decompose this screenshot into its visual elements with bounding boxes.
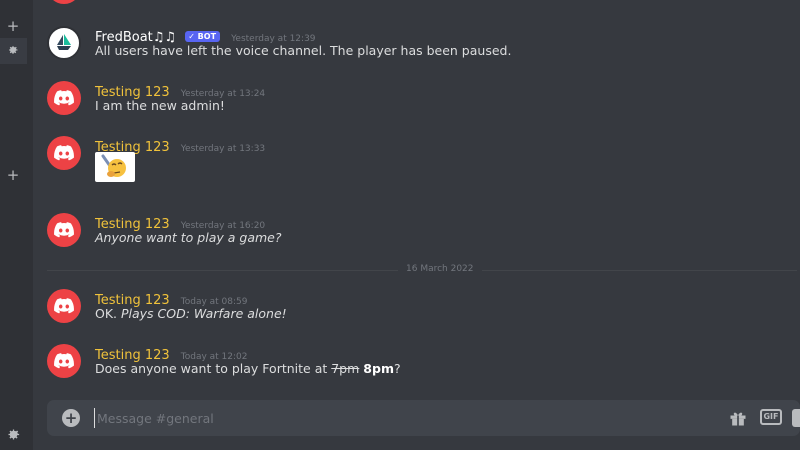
emoji-attachment[interactable] <box>95 152 135 182</box>
discord-logo-icon <box>54 298 74 314</box>
discord-logo-icon <box>54 353 74 369</box>
upload-plus-icon[interactable]: + <box>62 409 80 427</box>
avatar[interactable] <box>47 213 81 247</box>
message-header: Testing 123 Today at 12:02 <box>95 344 247 363</box>
channel-sidebar: + + <box>0 0 33 450</box>
message-composer: + GIF <box>47 400 800 436</box>
message-input[interactable] <box>94 408 694 428</box>
avatar[interactable] <box>47 81 81 115</box>
message-header: Testing 123 Yesterday at 16:20 <box>95 213 265 232</box>
message-text: Does anyone want to play Fortnite at 7pm… <box>95 361 401 376</box>
italic-text: Plays COD: Warfare alone! <box>120 306 287 321</box>
avatar[interactable] <box>47 344 81 378</box>
plain-text: Does anyone want to play Fortnite at <box>95 361 332 376</box>
avatar[interactable] <box>47 136 81 170</box>
plain-text: ? <box>393 361 401 376</box>
message-header: FredBoat♫♫ ✓ BOT Yesterday at 12:39 <box>95 26 316 45</box>
message-text: All users have left the voice channel. T… <box>95 43 512 58</box>
boat-icon <box>57 34 71 50</box>
channel-settings-gear-icon[interactable] <box>3 44 23 59</box>
discord-logo-icon <box>54 145 74 161</box>
avatar[interactable] <box>47 289 81 323</box>
message-text: I am the new admin! <box>95 98 225 113</box>
date-divider-label: 16 March 2022 <box>398 264 482 274</box>
strikethrough-text: 7pm <box>331 361 360 376</box>
plain-text: OK. <box>95 306 121 321</box>
discord-chat-window: + + FredBoat♫♫ ✓ BOT Yesterday at 12:39 <box>0 0 800 450</box>
italic-text: Anyone want to play a game? <box>95 230 282 245</box>
bold-text: 8pm <box>363 361 394 376</box>
bot-avatar[interactable] <box>47 26 81 60</box>
message-list: FredBoat♫♫ ✓ BOT Yesterday at 12:39 All … <box>33 0 800 398</box>
add-channel-plus-icon[interactable]: + <box>3 168 23 183</box>
timestamp: Yesterday at 13:33 <box>180 144 266 154</box>
bot-badge: ✓ BOT <box>185 31 221 42</box>
discord-logo-icon <box>54 90 74 106</box>
message-header: Testing 123 Yesterday at 13:33 <box>95 136 266 155</box>
avatar[interactable] <box>47 0 81 4</box>
add-channel-plus-icon[interactable]: + <box>3 19 23 34</box>
gif-button[interactable]: GIF <box>760 409 782 425</box>
message-text: OK. Plays COD: Warfare alone! <box>95 306 287 321</box>
gift-icon[interactable] <box>728 408 748 428</box>
thinking-emoji-icon <box>101 154 126 177</box>
message-header: Testing 123 Today at 08:59 <box>95 289 247 308</box>
user-settings-gear-icon[interactable] <box>3 427 23 445</box>
message-header: Testing 123 Yesterday at 13:24 <box>95 81 265 100</box>
emoji-sticker-button[interactable] <box>792 409 800 427</box>
discord-logo-icon <box>54 222 74 238</box>
message-text: Anyone want to play a game? <box>95 230 281 245</box>
